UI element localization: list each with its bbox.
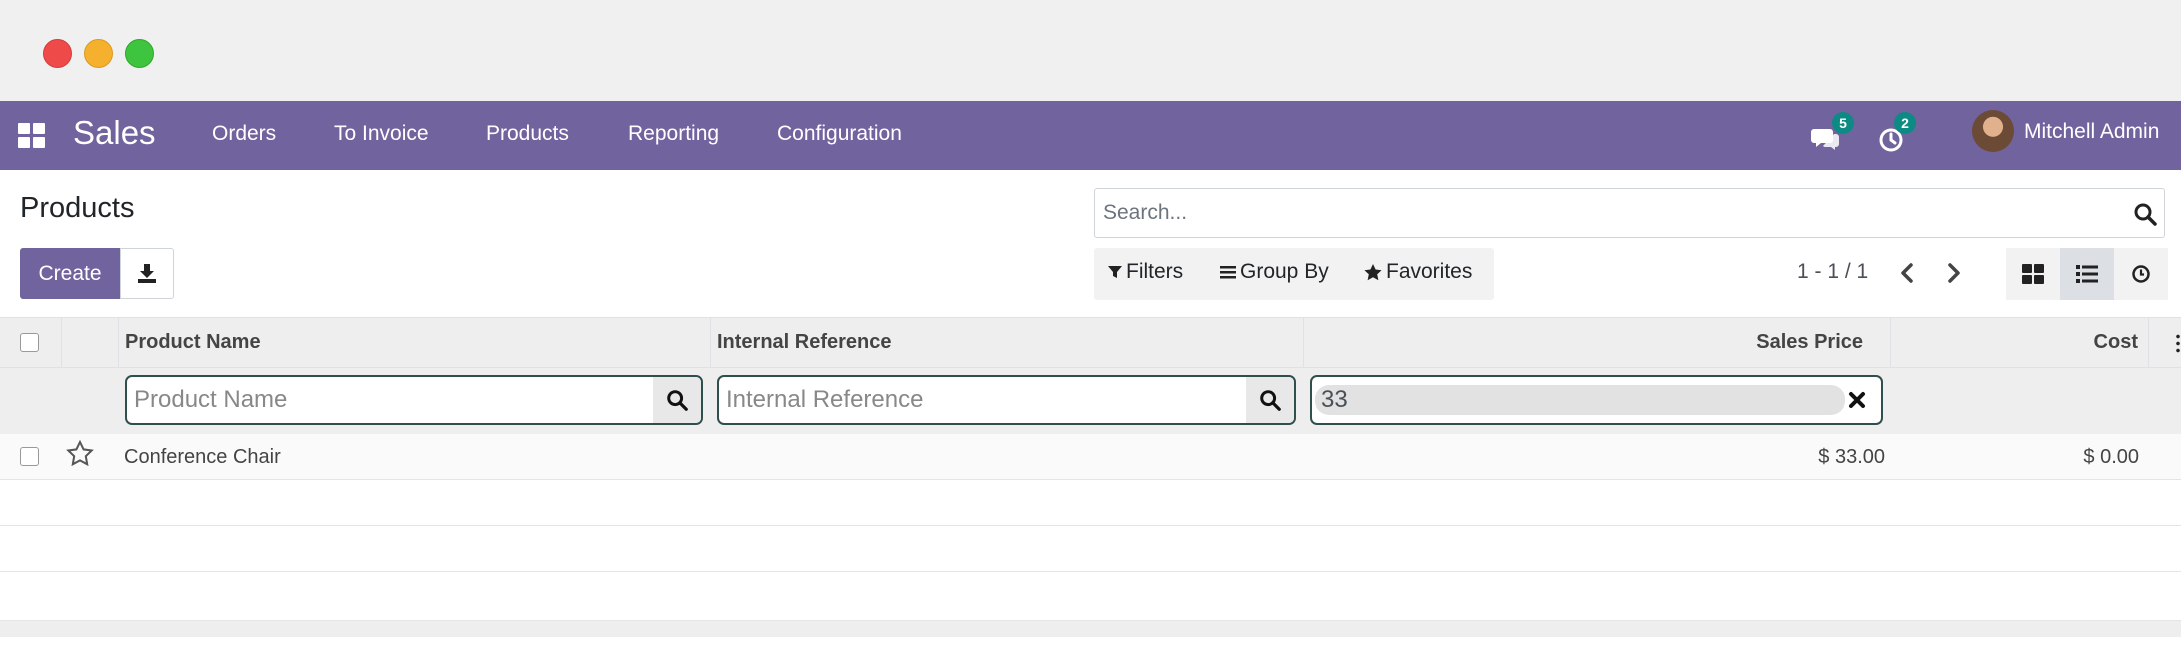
group-by-label: Group By	[1240, 260, 1329, 283]
messages-count-badge: 5	[1832, 112, 1854, 134]
kanban-view-button[interactable]	[2006, 248, 2060, 300]
chevron-left-icon[interactable]	[1893, 258, 1923, 288]
apps-grid-icon[interactable]	[18, 123, 46, 149]
star-icon	[1364, 263, 1382, 280]
sales-price-filter-clear-button[interactable]	[1833, 377, 1881, 423]
window-titlebar	[0, 0, 2181, 101]
menu-item-reporting[interactable]: Reporting	[628, 122, 719, 146]
search-input[interactable]	[1103, 197, 2103, 229]
star-outline-icon[interactable]	[66, 440, 94, 467]
empty-row	[0, 526, 2181, 572]
column-header-cost[interactable]: Cost	[1891, 318, 2149, 368]
export-button[interactable]	[120, 248, 174, 299]
empty-row	[0, 572, 2181, 621]
sales-price-filter[interactable]	[1310, 375, 1883, 425]
internal-reference-filter-search-button[interactable]	[1246, 377, 1294, 423]
column-header-product-name[interactable]: Product Name	[119, 318, 711, 368]
user-menu-name[interactable]: Mitchell Admin	[2024, 120, 2159, 144]
product-name-filter[interactable]	[125, 375, 703, 425]
download-icon	[138, 264, 156, 283]
pager-value[interactable]: 1 - 1 / 1	[1797, 260, 1868, 284]
menu-item-to-invoice[interactable]: To Invoice	[334, 122, 429, 146]
optional-columns-toggle[interactable]	[2149, 318, 2181, 368]
table-row[interactable]: Conference Chair $ 33.00 $ 0.00	[0, 434, 2181, 480]
table-footer	[0, 621, 2181, 637]
list-view-button[interactable]	[2060, 248, 2114, 300]
clock-icon	[2132, 265, 2150, 283]
search-icon	[667, 390, 688, 411]
column-header-internal-reference[interactable]: Internal Reference	[711, 318, 1304, 368]
sales-price-filter-input[interactable]	[1315, 385, 1845, 415]
kanban-icon	[2022, 264, 2044, 284]
cell-cost: $ 0.00	[2083, 446, 2139, 468]
cell-product-name: Conference Chair	[124, 446, 281, 468]
search-bar[interactable]	[1094, 188, 2165, 238]
filters-label: Filters	[1126, 260, 1184, 283]
search-icon	[1260, 390, 1281, 411]
favorites-button[interactable]: Favorites	[1364, 260, 1472, 284]
column-header-sales-price[interactable]: Sales Price	[1304, 318, 1891, 368]
search-icon[interactable]	[2132, 201, 2158, 227]
menu-item-orders[interactable]: Orders	[212, 122, 276, 146]
product-name-filter-input[interactable]	[134, 385, 644, 415]
list-icon	[2076, 265, 2098, 283]
product-list: Product Name Internal Reference Sales Pr…	[0, 318, 2181, 655]
filter-icon	[1108, 266, 1122, 278]
create-button[interactable]: Create	[20, 248, 120, 299]
main-navbar: Sales Orders To Invoice Products Reporti…	[0, 101, 2181, 170]
menu-item-configuration[interactable]: Configuration	[777, 122, 902, 146]
close-icon	[1849, 392, 1865, 408]
favorites-label: Favorites	[1386, 260, 1473, 283]
list-lines-icon	[1220, 266, 1236, 279]
cell-sales-price: $ 33.00	[1818, 446, 1885, 468]
chevron-right-icon[interactable]	[1938, 258, 1968, 288]
table-header: Product Name Internal Reference Sales Pr…	[0, 318, 2181, 368]
app-name[interactable]: Sales	[73, 114, 156, 152]
product-name-filter-search-button[interactable]	[653, 377, 701, 423]
select-all-cell	[0, 318, 62, 368]
activity-view-button[interactable]	[2114, 248, 2168, 300]
control-panel: Products Create Filters Group By Favorit…	[0, 170, 2181, 318]
empty-row	[0, 480, 2181, 526]
breadcrumb-title: Products	[20, 192, 135, 224]
user-avatar[interactable]	[1972, 110, 2014, 152]
column-filter-row	[0, 368, 2181, 434]
internal-reference-filter[interactable]	[717, 375, 1296, 425]
window-minimize-button[interactable]	[84, 39, 113, 68]
search-options-bar: Filters Group By Favorites	[1094, 248, 1494, 300]
select-all-checkbox[interactable]	[20, 333, 39, 352]
internal-reference-filter-input[interactable]	[726, 385, 1236, 415]
activities-count-badge: 2	[1894, 112, 1916, 134]
filters-button[interactable]: Filters	[1108, 260, 1183, 284]
window-maximize-button[interactable]	[125, 39, 154, 68]
favorite-column-header	[62, 318, 119, 368]
menu-item-products[interactable]: Products	[486, 122, 569, 146]
more-vertical-icon	[2176, 333, 2180, 353]
group-by-button[interactable]: Group By	[1220, 260, 1329, 284]
window-close-button[interactable]	[43, 39, 72, 68]
row-select-checkbox[interactable]	[20, 447, 39, 466]
